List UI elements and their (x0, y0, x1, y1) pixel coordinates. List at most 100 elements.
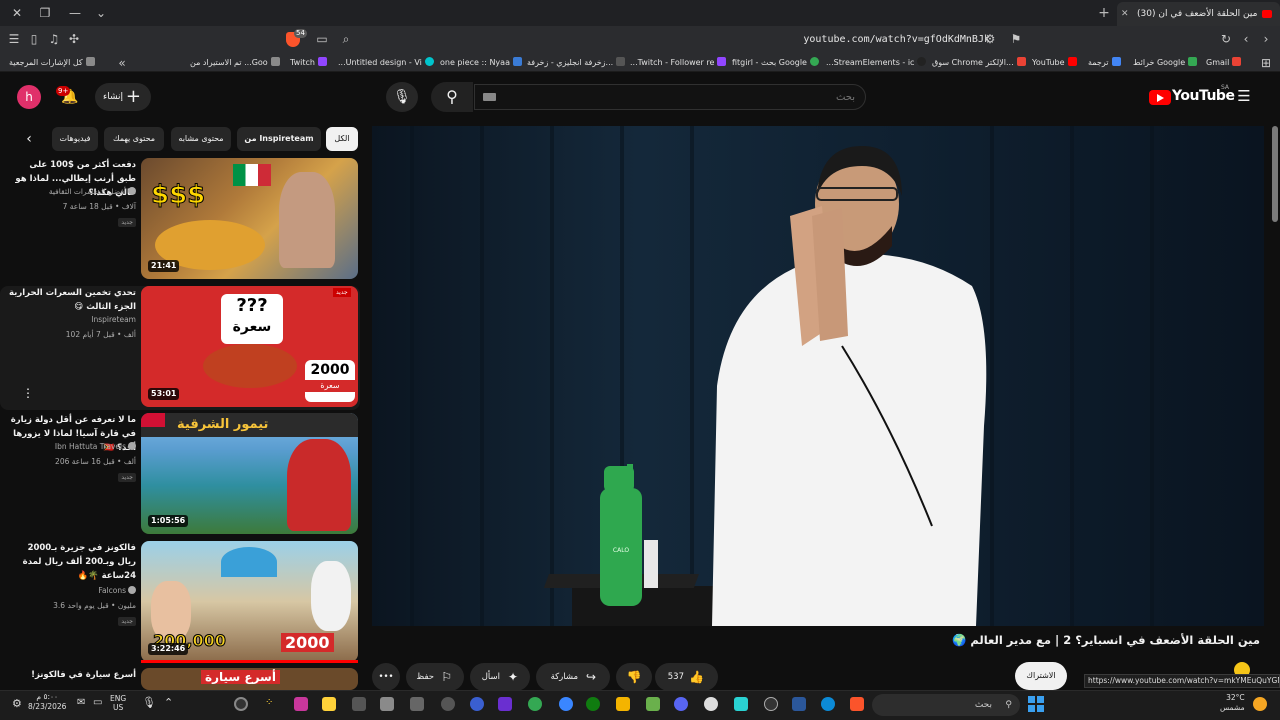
bookmark-star-icon[interactable]: ⚑ (1008, 31, 1024, 47)
app-icon[interactable] (441, 697, 455, 711)
taskbar-search[interactable]: بحث ⚲ (872, 694, 1020, 716)
apps-grid-icon[interactable]: ⊞ (1258, 55, 1274, 71)
channel-name[interactable]: Falcons (8, 586, 136, 595)
video-thumbnail[interactable]: أسرع سيارة (141, 668, 358, 690)
chips-scroll-left-icon[interactable]: ‹ (20, 130, 38, 148)
sidebar-menu-icon[interactable]: ☰ (6, 31, 22, 47)
restore-window-icon[interactable]: ❐ (36, 4, 54, 22)
bookmark-translate[interactable]: ترجمة (1088, 56, 1121, 70)
app-icon[interactable] (322, 697, 336, 711)
close-tab-icon[interactable]: ✕ (1121, 2, 1129, 26)
brave-icon[interactable] (850, 697, 864, 711)
zoom-icon[interactable]: ⌕ (338, 31, 354, 47)
app-icon[interactable] (294, 697, 308, 711)
file-explorer-icon[interactable] (616, 697, 630, 711)
site-settings-icon[interactable]: ⚙ (982, 31, 998, 47)
app-icon[interactable] (470, 697, 484, 711)
more-bookmarks-chevron-icon[interactable]: « (114, 55, 130, 71)
related-video[interactable]: أسرع سيارة أسرع سيارة في فالكونز! (0, 668, 360, 690)
dislike-button[interactable]: 👎 (616, 663, 652, 691)
chip-all[interactable]: الكل (326, 127, 358, 151)
music-note-icon[interactable]: ♫ (46, 31, 62, 47)
address-bar-url[interactable]: youtube.com/watch?v=gfOdKdMnBJk (700, 30, 990, 50)
chip-videos[interactable]: فيديوهات (52, 127, 98, 151)
obs-icon[interactable] (234, 697, 248, 711)
app-icon[interactable] (410, 697, 424, 711)
page-scrollbar[interactable] (1272, 126, 1278, 222)
chip-similar[interactable]: محتوى مشابه (171, 127, 231, 151)
reload-icon[interactable]: ↻ (1218, 31, 1234, 47)
subscribe-button[interactable]: الاشتراك (1015, 662, 1067, 690)
app-icon[interactable] (380, 697, 394, 711)
bookmark-all[interactable]: كل الإشارات المرجعية (9, 56, 95, 70)
new-tab-button[interactable]: + (1096, 4, 1112, 22)
system-clock[interactable]: ٥:٠٠ م 8/23/2026 (28, 692, 66, 712)
twitch-icon[interactable] (498, 697, 512, 711)
settings-gear-icon[interactable]: ⚙ (12, 697, 22, 710)
back-arrow-icon[interactable]: ‹ (1238, 31, 1254, 47)
channel-name[interactable]: Inspireteam (8, 315, 136, 324)
more-actions-button[interactable]: ••• (372, 663, 400, 691)
channel-name[interactable]: أفضل المغامرات الثقافية (8, 187, 136, 196)
minimize-window-icon[interactable]: — (66, 4, 84, 22)
voice-search-button[interactable]: 🎙 (386, 82, 418, 112)
video-player[interactable]: CALO (372, 126, 1264, 626)
bookmark-streamelements[interactable]: ...StreamElements - ic (826, 56, 927, 70)
bookmark-imported[interactable]: تم الاستيراد من ...Goo (190, 56, 280, 70)
hamburger-menu-icon[interactable]: ☰ (1236, 88, 1252, 104)
show-hidden-icons-chevron-icon[interactable]: ⌃ (164, 696, 173, 709)
app-icon[interactable] (352, 697, 366, 711)
word-icon[interactable] (792, 697, 806, 711)
bookmark-youtube[interactable]: YouTube (1032, 56, 1077, 70)
xbox-icon[interactable] (586, 697, 600, 711)
sidebar-panel-icon[interactable]: ▯ (26, 31, 42, 47)
chip-from-channel[interactable]: من Inspireteam (237, 127, 321, 151)
bookmark-twitch[interactable]: Twitch (290, 56, 327, 70)
notifications-icon[interactable]: ✉ (77, 697, 85, 708)
save-button[interactable]: ⚐ حفظ (406, 663, 464, 691)
edge-icon[interactable] (821, 697, 835, 711)
account-avatar[interactable]: h (17, 85, 41, 109)
app-icon[interactable] (734, 697, 748, 711)
microphone-icon[interactable]: 🎙 (142, 696, 156, 709)
search-input[interactable] (485, 85, 855, 109)
related-video[interactable]: $$$ 21:41 دفعت أكثر من $100 على طبق أرنب… (0, 158, 360, 283)
bookmark-chrome-store[interactable]: سوق Chrome الإلكتر... (932, 56, 1026, 70)
related-video[interactable]: ??? سعرة 2000 سعرة جديد 53:01 تحدي تخمين… (0, 286, 360, 410)
app-icon[interactable] (559, 697, 573, 711)
ask-button[interactable]: ✦ اسأل (470, 663, 530, 691)
tab-search-chevron-icon[interactable]: ⌄ (92, 4, 110, 22)
related-video[interactable]: 200,000 2000 3:22:46 فالكونز في جزيرة بـ… (0, 541, 360, 666)
discord-icon[interactable] (674, 697, 688, 711)
input-language[interactable]: ENG US (110, 694, 126, 712)
forward-arrow-icon[interactable]: › (1258, 31, 1274, 47)
app-icon[interactable] (764, 697, 778, 711)
battery-icon[interactable]: ▭ (93, 697, 102, 708)
browser-tab-active[interactable]: ✕ (30) مين الحلقة الأضعف في ان (1117, 2, 1280, 26)
steam-icon[interactable] (704, 697, 718, 711)
keyboard-icon[interactable] (483, 93, 496, 101)
bookmark-twitch-follower[interactable]: ...Twitch - Follower re (630, 56, 727, 70)
video-title[interactable]: فالكونز في جزيرة بـ2000 ريال وبـ200 ألف … (8, 541, 136, 583)
extensions-puzzle-icon[interactable]: ✣ (66, 31, 82, 47)
create-button[interactable]: + إنشاء (95, 83, 151, 111)
bookmark-nyaa[interactable]: one piece :: Nyaa (440, 56, 522, 70)
more-options-icon[interactable]: ⋮ (22, 386, 34, 400)
close-window-icon[interactable]: ✕ (8, 4, 26, 22)
bookmark-gmail[interactable]: Gmail (1206, 56, 1242, 70)
picture-in-picture-icon[interactable]: ▭ (314, 31, 330, 47)
chip-for-you[interactable]: محتوى يهمك (104, 127, 164, 151)
weather-widget[interactable]: 32°C مشمس (1220, 693, 1245, 713)
bookmark-zakhrafa[interactable]: زخرفة انجليزي - زخرفة... (527, 56, 626, 70)
app-icon[interactable] (646, 697, 660, 711)
video-title[interactable]: أسرع سيارة في فالكونز! (8, 668, 136, 682)
related-video[interactable]: تيمور الشرقية 1:05:56 ما لا تعرفه عن أقل… (0, 413, 360, 538)
bookmark-maps[interactable]: خرائط Google (1133, 56, 1198, 70)
bookmark-canva[interactable]: ...Untitled design - Vi (338, 56, 434, 70)
chrome-icon[interactable] (528, 697, 542, 711)
share-button[interactable]: ↪ مشاركة (536, 663, 610, 691)
windows-start-button[interactable] (1028, 696, 1044, 712)
bookmark-fitgirl[interactable]: fitgirl - بحث Google (732, 56, 819, 70)
video-title[interactable]: تحدي تخمين السعرات الحرارية الجزء الثالث… (8, 286, 136, 314)
like-button[interactable]: 👍 537 (655, 663, 718, 691)
